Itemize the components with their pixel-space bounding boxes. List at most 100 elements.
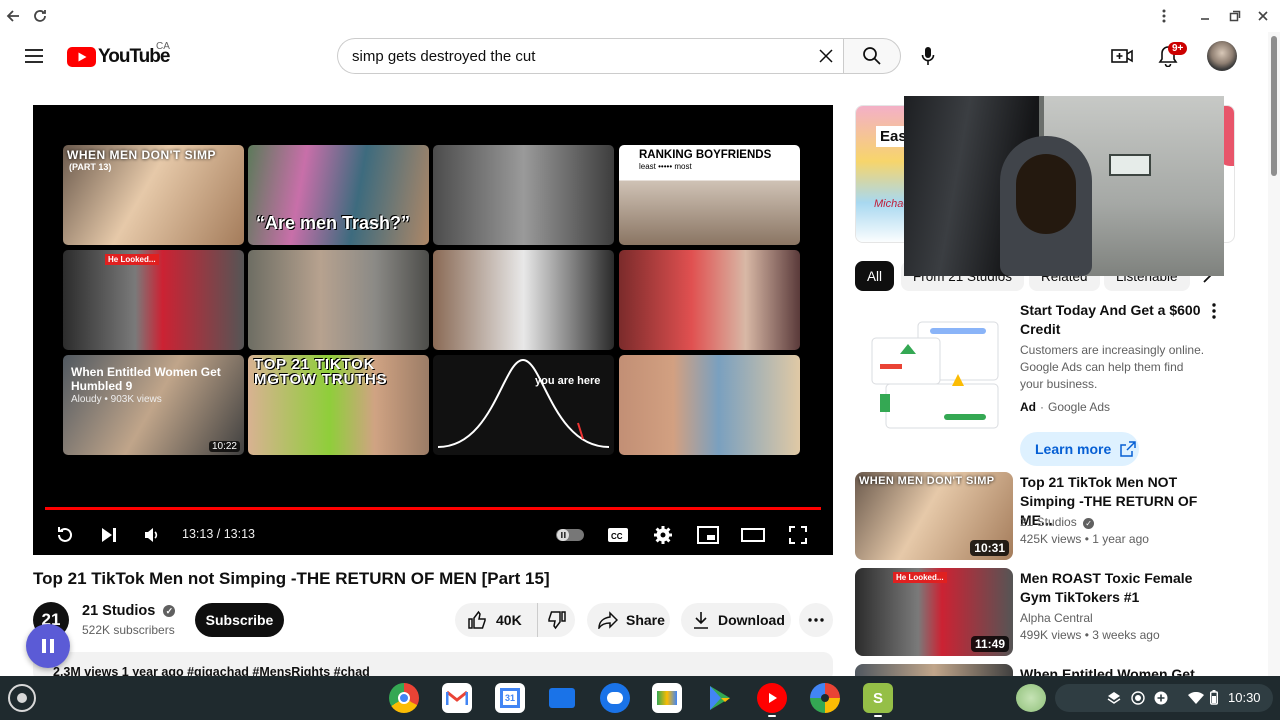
shopify-icon[interactable]: S [863,683,893,713]
autoplay-toggle[interactable] [553,521,587,549]
learn-more-button[interactable]: Learn more [1020,432,1139,466]
captions-icon: CC [608,528,628,542]
search-button[interactable] [843,38,901,74]
more-actions-button[interactable] [799,603,833,637]
reload-icon[interactable] [30,6,50,26]
recommendation-item[interactable]: When Entitled Women Get [855,664,1265,676]
like-button[interactable]: 40K [455,603,538,637]
search-input[interactable]: simp gets destroyed the cut [337,38,843,74]
verified-icon: ✓ [163,605,176,617]
endscreen-tile[interactable]: He Looked... [63,250,244,350]
photos-icon[interactable] [810,683,840,713]
recommendation-thumbnail[interactable]: WHEN MEN DON'T SIMP 10:31 [855,472,1013,560]
recommendation-item[interactable]: He Looked... 11:49 Men ROAST Toxic Femal… [855,568,1265,656]
video-player[interactable]: WHEN MEN DON'T SIMP (PART 13) “Are men T… [33,105,833,555]
endscreen-tile[interactable]: TOP 21 TIKTOK MGTOW TRUTHS [248,355,429,455]
back-icon[interactable] [3,6,23,26]
subscribe-button[interactable]: Subscribe [195,603,284,637]
microphone-icon [921,47,935,65]
endscreen-tile[interactable]: you are here [433,355,614,455]
ad-title[interactable]: Start Today And Get a $600 Credit [1020,301,1210,339]
recommendation-meta: 499K views • 3 weeks ago [1020,628,1160,642]
clear-search-icon[interactable] [817,47,835,65]
restore-icon[interactable] [1225,6,1245,26]
voice-search-button[interactable] [908,36,948,76]
duration-badge: 11:49 [970,636,1009,652]
play-store-icon[interactable] [705,683,735,713]
calendar-icon[interactable]: 31 [495,683,525,713]
progress-bar[interactable] [45,507,821,510]
search-icon [863,47,881,65]
mute-button[interactable] [138,521,166,549]
endscreen-tile[interactable] [248,250,429,350]
gmail-icon[interactable] [442,683,472,713]
next-icon [102,528,116,542]
endscreen-tile[interactable]: When Entitled Women Get Humbled 9 Aloudy… [63,355,244,455]
tile-subtitle: least ••••• most [639,162,692,171]
share-label: Share [626,612,665,628]
endscreen-tile[interactable] [619,355,800,455]
download-label: Download [718,612,785,628]
endscreen-tile[interactable]: “Are men Trash?” [248,145,429,245]
os-shelf: 31 S 10:30 [0,676,1280,720]
ad-menu-icon[interactable] [1212,303,1216,319]
replay-button[interactable] [51,521,79,549]
channel-name[interactable]: 21 Studios ✓ [82,603,176,619]
share-icon [598,611,618,629]
webcam-window [1109,154,1151,176]
miniplayer-button[interactable] [694,521,722,549]
guide-menu-icon[interactable] [14,36,54,76]
status-tray[interactable]: 10:30 [1055,684,1273,712]
tile-title: He Looked... [105,254,159,265]
share-button[interactable]: Share [587,603,670,637]
page-scrollbar[interactable] [1268,32,1280,676]
tile-title: “Are men Trash?” [256,213,411,233]
endscreen-tile[interactable]: WHEN MEN DON'T SIMP (PART 13) [63,145,244,245]
battery-icon [1210,690,1218,705]
close-window-icon[interactable] [1253,6,1273,26]
launcher-button[interactable] [8,684,36,712]
captions-button[interactable]: CC [604,521,632,549]
endscreen-tile[interactable] [619,250,800,350]
messages-icon[interactable] [600,683,630,713]
scrollbar-thumb[interactable] [1271,36,1277,176]
miniplayer-icon [697,526,719,544]
meet-icon[interactable] [652,683,682,713]
duration-badge: 10:31 [970,540,1009,556]
channel-name-text: 21 Studios [82,603,156,619]
screen-recorder-pause-button[interactable] [26,624,70,668]
chip-all[interactable]: All [855,261,895,291]
active-app-indicator [768,715,776,717]
bell-curve-graphic [437,358,610,448]
dislike-button[interactable] [538,603,575,637]
endscreen-tile[interactable] [433,145,614,245]
youtube-logo[interactable]: YouTube [67,46,170,68]
recommendation-channel: Alpha Central [1020,611,1093,625]
minimize-icon[interactable] [1195,6,1215,26]
active-app-indicator [874,715,882,717]
create-button[interactable] [1102,36,1142,76]
layers-icon [1107,692,1121,704]
ad-card-image[interactable] [858,314,1006,436]
files-icon[interactable] [547,683,577,713]
theater-mode-button[interactable] [739,521,767,549]
fullscreen-icon [789,526,807,544]
recommendation-thumbnail[interactable] [855,664,1013,676]
time-display: 13:13 / 13:13 [182,527,255,541]
recommendation-thumbnail[interactable]: He Looked... 11:49 [855,568,1013,656]
download-button[interactable]: Download [681,603,791,637]
recommendation-item[interactable]: WHEN MEN DON'T SIMP 10:31 Top 21 TikTok … [855,472,1265,560]
next-button[interactable] [95,521,123,549]
account-avatar[interactable] [1207,41,1237,71]
tile-title: When Entitled Women Get Humbled 9 [71,365,221,393]
replay-icon [58,527,72,542]
browser-menu-icon[interactable] [1154,6,1174,26]
youtube-icon[interactable] [757,683,787,713]
create-video-icon [1111,49,1133,63]
tote-icon[interactable] [1016,684,1046,712]
fullscreen-button[interactable] [784,521,812,549]
endscreen-tile[interactable]: RANKING BOYFRIENDS least ••••• most [619,145,800,245]
endscreen-tile[interactable] [433,250,614,350]
chrome-icon[interactable] [389,683,419,713]
settings-button[interactable] [649,521,677,549]
